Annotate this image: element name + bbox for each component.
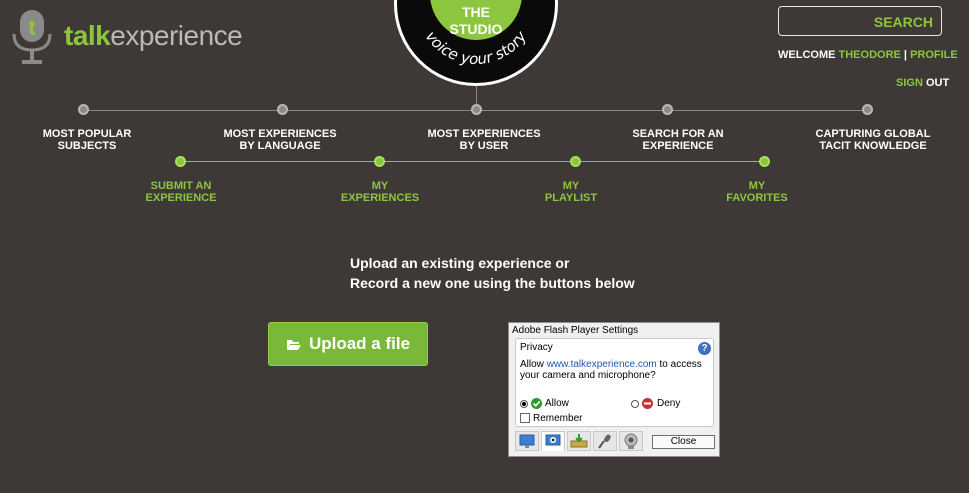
- upload-file-button[interactable]: Upload a file: [268, 322, 428, 366]
- logo-word-experience: experience: [110, 20, 243, 51]
- nav-label-line: SEARCH FOR AN: [632, 128, 724, 140]
- sign-out-word-sign: SIGN: [896, 77, 923, 89]
- instruction-line-1: Upload an existing experience or: [350, 255, 570, 271]
- nav-label-line: MOST EXPERIENCES: [223, 128, 337, 140]
- flash-dialog-title: Adobe Flash Player Settings: [512, 325, 639, 336]
- tab-privacy[interactable]: [541, 431, 565, 451]
- deny-icon: [642, 398, 653, 409]
- nav-label-line: TACIT KNOWLEDGE: [819, 140, 927, 152]
- svg-text:t: t: [28, 15, 36, 40]
- nav-search-for-an-experience[interactable]: SEARCH FOR AN EXPERIENCE: [613, 128, 743, 152]
- username-link[interactable]: THEODORE: [839, 49, 901, 61]
- upload-file-label: Upload a file: [308, 334, 411, 353]
- nav-dot-green: [374, 156, 385, 167]
- nav-label-line: MY: [748, 180, 766, 192]
- nav-my-experiences[interactable]: MY EXPERIENCES: [325, 180, 435, 204]
- nav-dot: [471, 104, 482, 115]
- checkmark-icon: [531, 398, 542, 409]
- nav-label-line: PLAYLIST: [544, 192, 598, 204]
- sign-out-link[interactable]: SIGN OUT: [896, 77, 949, 89]
- nav-label-line: EXPERIENCES: [340, 192, 420, 204]
- privacy-question: Allow www.talkexperience.com to access y…: [520, 359, 710, 381]
- badge-tagline: voice your story: [422, 27, 531, 68]
- svg-text:voice your story: voice your story: [422, 27, 531, 68]
- privacy-panel: Privacy ? Allow www.talkexperience.com t…: [515, 338, 714, 427]
- nav-label-line: EXPERIENCE: [642, 140, 714, 152]
- nav-label-line: FAVORITES: [726, 192, 788, 204]
- monitor-icon: [519, 434, 535, 448]
- nav-dot-green: [570, 156, 581, 167]
- nav-dot: [662, 104, 673, 115]
- nav-most-popular-subjects[interactable]: MOST POPULAR SUBJECTS: [22, 128, 152, 152]
- nav-label-line: SUBMIT AN: [150, 180, 212, 192]
- search-box[interactable]: SEARCH: [778, 6, 942, 36]
- nav-dot: [277, 104, 288, 115]
- site-link[interactable]: www.talkexperience.com: [547, 359, 657, 370]
- nav-dot-green: [175, 156, 186, 167]
- nav-my-favorites[interactable]: MY FAVORITES: [702, 180, 812, 204]
- remember-label[interactable]: Remember: [533, 413, 582, 424]
- tab-display[interactable]: [515, 431, 539, 451]
- instruction-line-2: Record a new one using the buttons below: [350, 275, 635, 291]
- nav-most-experiences-by-user[interactable]: MOST EXPERIENCES BY USER: [419, 128, 549, 152]
- nav-line-bottom: [180, 161, 765, 162]
- help-icon[interactable]: ?: [698, 342, 711, 355]
- tab-local-storage[interactable]: [567, 431, 591, 451]
- webcam-icon: [624, 433, 638, 449]
- nav-label-line: MOST EXPERIENCES: [427, 128, 541, 140]
- allow-radio[interactable]: [520, 400, 528, 408]
- logo-wordmark: talkexperience: [64, 20, 243, 52]
- welcome-bar: WELCOME THEODORE | PROFILE: [778, 49, 958, 61]
- microphone-icon: [598, 434, 611, 449]
- nav-submit-an-experience[interactable]: SUBMIT AN EXPERIENCE: [126, 180, 236, 204]
- tab-microphone[interactable]: [593, 431, 617, 451]
- logo-word-talk: talk: [64, 20, 111, 51]
- nav-dot: [78, 104, 89, 115]
- nav-label-line: SUBJECTS: [57, 140, 117, 152]
- search-button[interactable]: SEARCH: [874, 14, 933, 30]
- welcome-text: WELCOME: [778, 49, 836, 61]
- sign-out-word-out: OUT: [925, 77, 950, 89]
- deny-label[interactable]: Deny: [657, 398, 680, 409]
- tab-camera[interactable]: [619, 431, 643, 451]
- deny-radio[interactable]: [631, 400, 639, 408]
- nav-my-playlist[interactable]: MY PLAYLIST: [516, 180, 626, 204]
- privacy-question-prefix: Allow: [520, 359, 547, 370]
- nav-label-line: MY: [371, 180, 389, 192]
- nav-capturing-global-tacit-knowledge[interactable]: CAPTURING GLOBAL TACIT KNOWLEDGE: [808, 128, 938, 152]
- nav-label-line: MOST POPULAR: [42, 128, 132, 140]
- storage-icon: [570, 434, 588, 448]
- nav-most-experiences-by-language[interactable]: MOST EXPERIENCES BY LANGUAGE: [215, 128, 345, 152]
- flash-settings-dialog: Adobe Flash Player Settings Privacy ? Al…: [508, 322, 720, 457]
- welcome-separator: |: [903, 49, 907, 61]
- allow-label[interactable]: Allow: [545, 398, 569, 409]
- nav-label-line: CAPTURING GLOBAL: [815, 128, 931, 140]
- close-button[interactable]: Close: [652, 435, 715, 449]
- nav-label-line: MY: [562, 180, 580, 192]
- nav-label-line: BY USER: [459, 140, 509, 152]
- microphone-icon: t: [12, 10, 52, 64]
- privacy-heading: Privacy: [520, 342, 553, 353]
- folder-open-icon: [286, 339, 301, 350]
- privacy-screen-icon: [545, 434, 561, 446]
- profile-link[interactable]: PROFILE: [910, 49, 958, 61]
- nav-dot: [862, 104, 873, 115]
- remember-checkbox[interactable]: [520, 413, 530, 423]
- nav-label-line: EXPERIENCE: [145, 192, 217, 204]
- nav-dot-green: [759, 156, 770, 167]
- nav-label-line: BY LANGUAGE: [239, 140, 321, 152]
